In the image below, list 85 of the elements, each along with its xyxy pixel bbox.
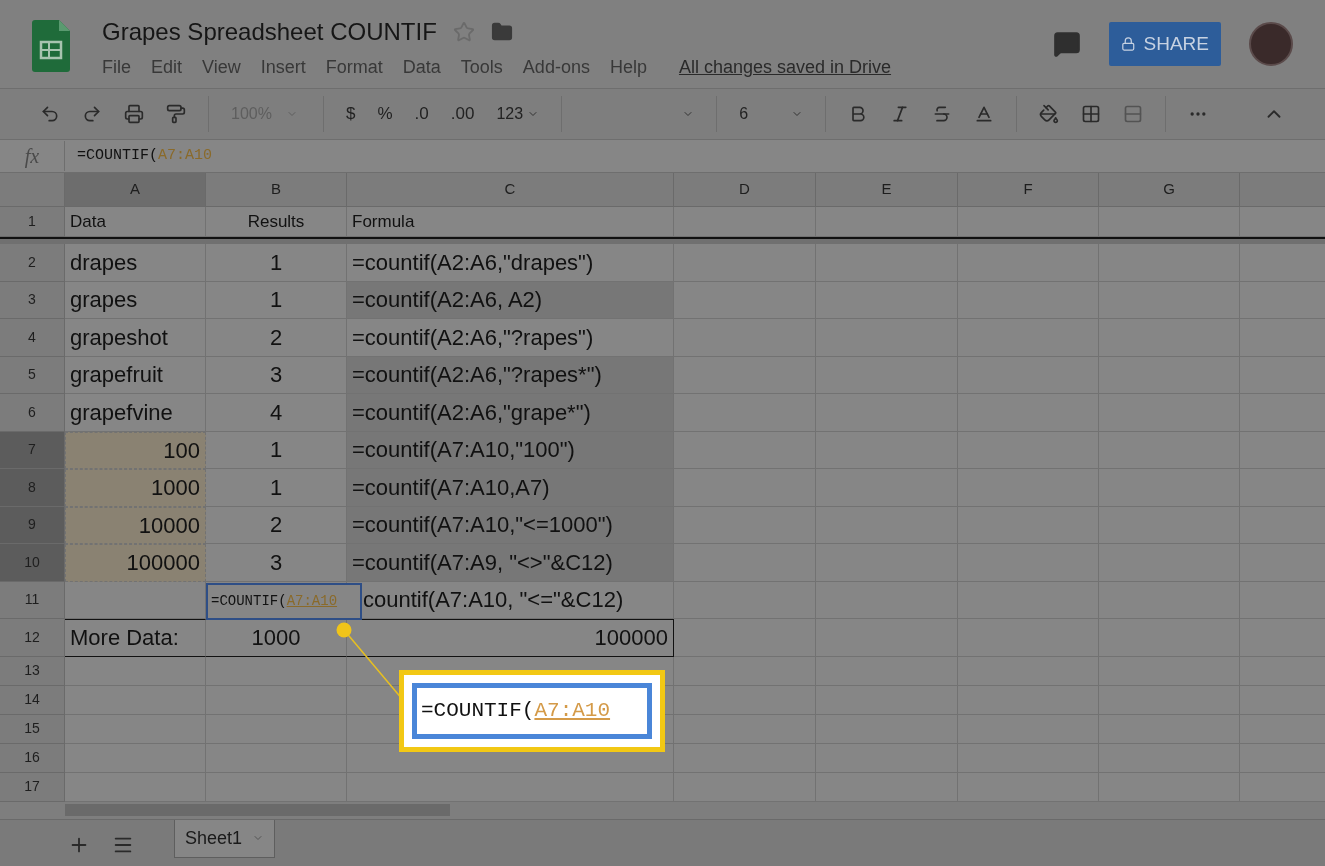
table-cell: drapes	[65, 244, 206, 282]
row-header[interactable]: 17	[0, 772, 65, 802]
table-cell: grapes	[65, 281, 206, 319]
row-header[interactable]: 1	[0, 207, 65, 237]
table-cell: grapefruit	[65, 356, 206, 394]
menu-item[interactable]: Tools	[460, 54, 503, 81]
table-cell: 1	[206, 281, 347, 319]
menu-item[interactable]: File	[102, 54, 131, 81]
table-cell: 2	[206, 506, 347, 544]
redo-icon[interactable]	[82, 104, 102, 124]
table-cell: 1	[206, 244, 347, 282]
sheet-tab[interactable]: Sheet1	[174, 819, 276, 858]
print-icon[interactable]	[124, 104, 144, 124]
table-cell: =countif(A7:A9, "<>"&C12)	[347, 544, 674, 582]
menu-item[interactable]: Insert	[260, 54, 306, 81]
table-cell: grapefvine	[65, 394, 206, 432]
font-size-dropdown[interactable]: 6	[739, 102, 804, 126]
table-cell: 100000	[65, 544, 206, 582]
lock-icon	[1121, 36, 1136, 52]
table-cell: =countif(A7:A10,"100")	[347, 431, 674, 469]
table-cell: =countif(A2:A6,"?rapes*")	[347, 356, 674, 394]
row-header[interactable]: 14	[0, 685, 65, 715]
table-cell: 4	[206, 394, 347, 432]
menu-item[interactable]: Edit	[151, 54, 183, 81]
table-cell: More Data:	[65, 619, 206, 657]
percent-format-button[interactable]: %	[377, 101, 393, 127]
callout-formula: =COUNTIF(A7:A10	[412, 683, 652, 739]
menu-item[interactable]: Data	[402, 54, 441, 81]
row-header[interactable]: 3	[0, 281, 65, 319]
row-header[interactable]: 10	[0, 544, 65, 582]
comments-icon[interactable]	[1053, 30, 1081, 58]
table-cell: =countif(A2:A6, A2)	[347, 281, 674, 319]
table-cell: Data	[65, 207, 206, 237]
table-cell: 100	[65, 431, 206, 469]
decrease-decimals-button[interactable]: .0	[414, 101, 429, 127]
row-header[interactable]: 2	[0, 244, 65, 282]
avatar[interactable]	[1249, 22, 1293, 66]
table-cell: 1000	[206, 619, 347, 657]
number-format-dropdown[interactable]: 123	[496, 102, 540, 126]
fill-color-icon[interactable]	[1039, 104, 1060, 124]
table-cell: =countif(A2:A6,"grape*")	[347, 394, 674, 432]
table-cell: 1	[206, 431, 347, 469]
table-cell: 1000	[65, 469, 206, 507]
row-header[interactable]: 5	[0, 356, 65, 394]
table-cell: 3	[206, 356, 347, 394]
row-header[interactable]: 16	[0, 743, 65, 773]
menu-item[interactable]: Help	[609, 54, 647, 81]
menu-item[interactable]: View	[202, 54, 241, 81]
share-button[interactable]: SHARE	[1109, 22, 1221, 66]
folder-icon[interactable]	[490, 21, 513, 43]
menu-item[interactable]: Format	[325, 54, 383, 81]
table-cell: grapeshot	[65, 319, 206, 357]
undo-icon[interactable]	[40, 104, 60, 124]
table-cell: 1	[206, 469, 347, 507]
formula-input[interactable]: =COUNTIF(A7:A10	[65, 144, 1325, 168]
paint-format-icon[interactable]	[166, 104, 186, 124]
row-header[interactable]: 8	[0, 469, 65, 507]
row-header[interactable]: 15	[0, 714, 65, 744]
table-cell: Results	[206, 207, 347, 237]
row-header[interactable]: 13	[0, 656, 65, 686]
row-header[interactable]: 7	[0, 431, 65, 469]
borders-icon[interactable]	[1081, 104, 1102, 124]
row-header[interactable]: 6	[0, 394, 65, 432]
table-cell: 10000	[65, 506, 206, 544]
row-header[interactable]: 9	[0, 506, 65, 544]
column-header[interactable]: A	[65, 173, 206, 206]
currency-format-button[interactable]: $	[346, 101, 356, 127]
increase-decimals-button[interactable]: .00	[450, 101, 475, 127]
table-cell: Formula	[347, 207, 674, 237]
menu-item[interactable]: Add-ons	[522, 54, 590, 81]
table-cell: =countif(A2:A6,"drapes")	[347, 244, 674, 282]
table-cell: 2	[206, 319, 347, 357]
document-title[interactable]: Grapes Spreadsheet COUNTIF	[102, 14, 437, 50]
table-cell: =countif(A2:A6,"?rapes")	[347, 319, 674, 357]
table-cell: =countif(A7:A10,A7)	[347, 469, 674, 507]
spreadsheet-logo[interactable]	[32, 20, 70, 72]
save-status-link[interactable]: All changes saved in Drive	[678, 54, 892, 81]
fx-label: fx	[0, 141, 65, 171]
row-header[interactable]: 4	[0, 319, 65, 357]
table-cell: 3	[206, 544, 347, 582]
row-header[interactable]: 11	[0, 581, 65, 619]
table-cell: =countif(A7:A10,"<=1000")	[347, 506, 674, 544]
cell-editor[interactable]: =COUNTIF(A7:A10	[206, 583, 362, 620]
table-cell: 100000	[347, 619, 674, 657]
row-header[interactable]: 12	[0, 619, 65, 657]
